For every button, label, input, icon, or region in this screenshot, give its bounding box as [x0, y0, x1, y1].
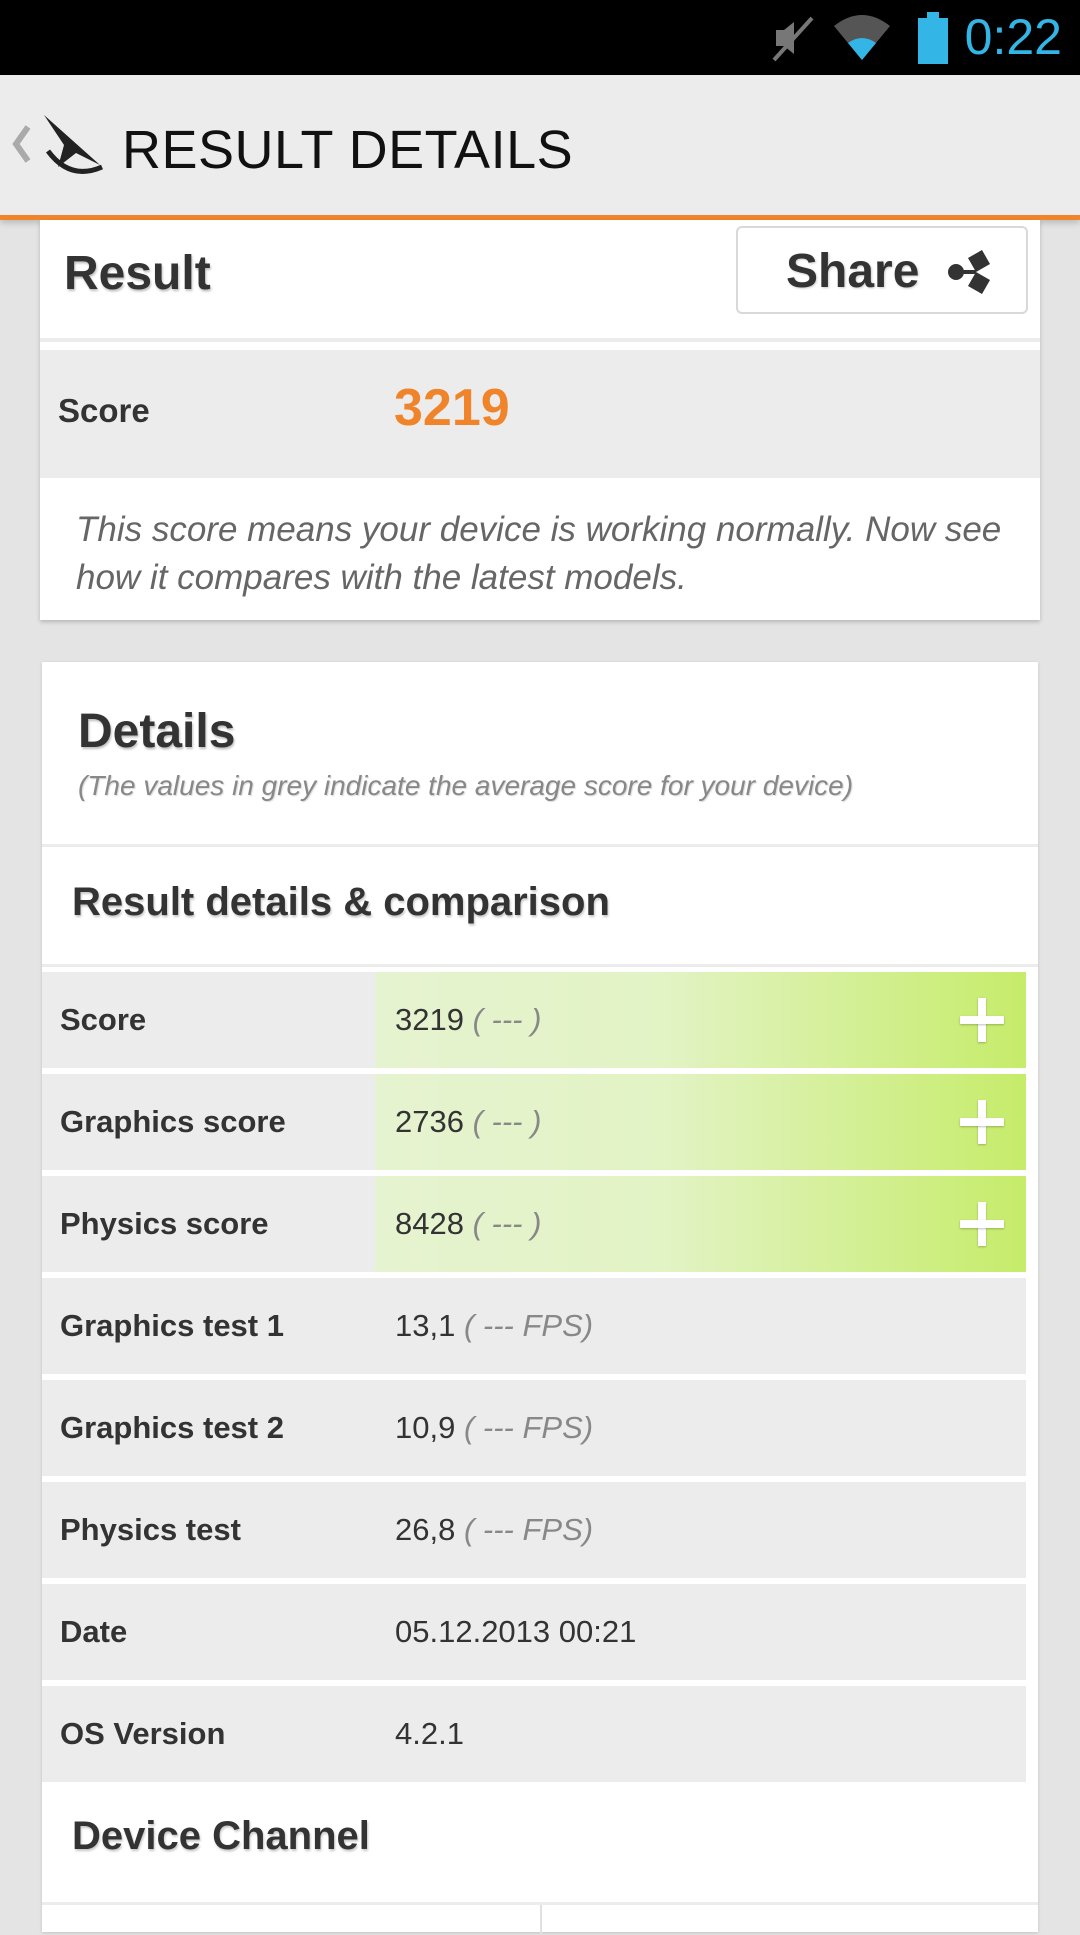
status-bar: 0:22: [0, 0, 1080, 75]
row-value: 26,8 ( --- FPS): [395, 1512, 594, 1547]
divider: [40, 338, 1040, 342]
section-title-device-channel: Device Channel: [72, 1814, 370, 1858]
result-card: Result Share Score 3219 This score means…: [40, 220, 1040, 620]
row-average: ( --- ): [472, 1206, 542, 1241]
row-value: 13,1 ( --- FPS): [395, 1308, 594, 1343]
row-label: Physics test: [60, 1512, 241, 1547]
table-row-score[interactable]: Score 3219 ( --- ): [42, 972, 1026, 1068]
table-row-graphics-test-1: Graphics test 1 13,1 ( --- FPS): [42, 1278, 1026, 1374]
page-title: RESULT DETAILS: [122, 120, 574, 180]
row-value-cell: 10,9 ( --- FPS): [375, 1380, 1026, 1476]
row-average: ( --- ): [472, 1002, 542, 1037]
row-value-cell: 05.12.2013 00:21: [375, 1584, 1026, 1680]
share-icon: [948, 250, 990, 294]
row-value: 10,9 ( --- FPS): [395, 1410, 594, 1445]
wifi-icon: [834, 15, 890, 60]
row-value-cell: 13,1 ( --- FPS): [375, 1278, 1026, 1374]
row-value-cell: 2736 ( --- ): [375, 1074, 1026, 1170]
row-average: ( --- ): [472, 1104, 542, 1139]
action-bar: RESULT DETAILS: [0, 75, 1080, 220]
back-chevron-icon[interactable]: [10, 123, 32, 165]
row-value: 05.12.2013 00:21: [395, 1614, 637, 1649]
table-row-physics-test: Physics test 26,8 ( --- FPS): [42, 1482, 1026, 1578]
result-rows: Score 3219 ( --- ) Graphics score 2736 (…: [42, 972, 1026, 1788]
details-title: Details: [78, 705, 236, 758]
details-card: Details (The values in grey indicate the…: [42, 662, 1038, 1935]
section-title-comparison: Result details & comparison: [72, 880, 610, 924]
share-label: Share: [786, 245, 920, 298]
table-row-graphics-score[interactable]: Graphics score 2736 ( --- ): [42, 1074, 1026, 1170]
row-value: 2736 ( --- ): [395, 1104, 542, 1139]
row-label: Graphics test 1: [60, 1308, 284, 1343]
row-value-cell: 3219 ( --- ): [375, 972, 1026, 1068]
row-label: Date: [60, 1614, 128, 1649]
row-label: Graphics score: [60, 1104, 286, 1139]
mute-icon: [772, 16, 814, 62]
row-value: 8428 ( --- ): [395, 1206, 542, 1241]
score-label: Score: [58, 392, 150, 429]
row-value: 3219 ( --- ): [395, 1002, 542, 1037]
score-band: Score 3219: [40, 350, 1040, 478]
score-note: This score means your device is working …: [76, 510, 1002, 597]
row-label: OS Version: [60, 1716, 226, 1751]
expand-plus-icon[interactable]: [960, 1202, 1004, 1246]
row-label: Physics score: [60, 1206, 269, 1241]
row-average: ( --- FPS): [463, 1410, 594, 1445]
divider: [42, 964, 1038, 967]
table-row-physics-score[interactable]: Physics score 8428 ( --- ): [42, 1176, 1026, 1272]
row-label: Score: [60, 1002, 147, 1037]
table-row-os-version: OS Version 4.2.1: [42, 1686, 1026, 1782]
share-button[interactable]: Share: [736, 226, 1028, 314]
row-label: Graphics test 2: [60, 1410, 284, 1445]
result-title: Result: [64, 247, 211, 300]
divider: [540, 1905, 542, 1935]
table-row-date: Date 05.12.2013 00:21: [42, 1584, 1026, 1680]
clock: 0:22: [964, 9, 1062, 65]
score-value: 3219: [394, 379, 510, 437]
battery-icon: [918, 12, 948, 64]
expand-plus-icon[interactable]: [960, 998, 1004, 1042]
row-value-cell: 26,8 ( --- FPS): [375, 1482, 1026, 1578]
details-subtitle: (The values in grey indicate the average…: [78, 770, 854, 801]
row-average: ( --- FPS): [463, 1512, 594, 1547]
expand-plus-icon[interactable]: [960, 1100, 1004, 1144]
divider: [42, 844, 1038, 847]
row-value-cell: 8428 ( --- ): [375, 1176, 1026, 1272]
row-average: ( --- FPS): [463, 1308, 594, 1343]
table-row-graphics-test-2: Graphics test 2 10,9 ( --- FPS): [42, 1380, 1026, 1476]
row-value: 4.2.1: [395, 1716, 464, 1751]
row-value-cell: 4.2.1: [375, 1686, 1026, 1782]
app-logo-icon[interactable]: [40, 111, 104, 177]
